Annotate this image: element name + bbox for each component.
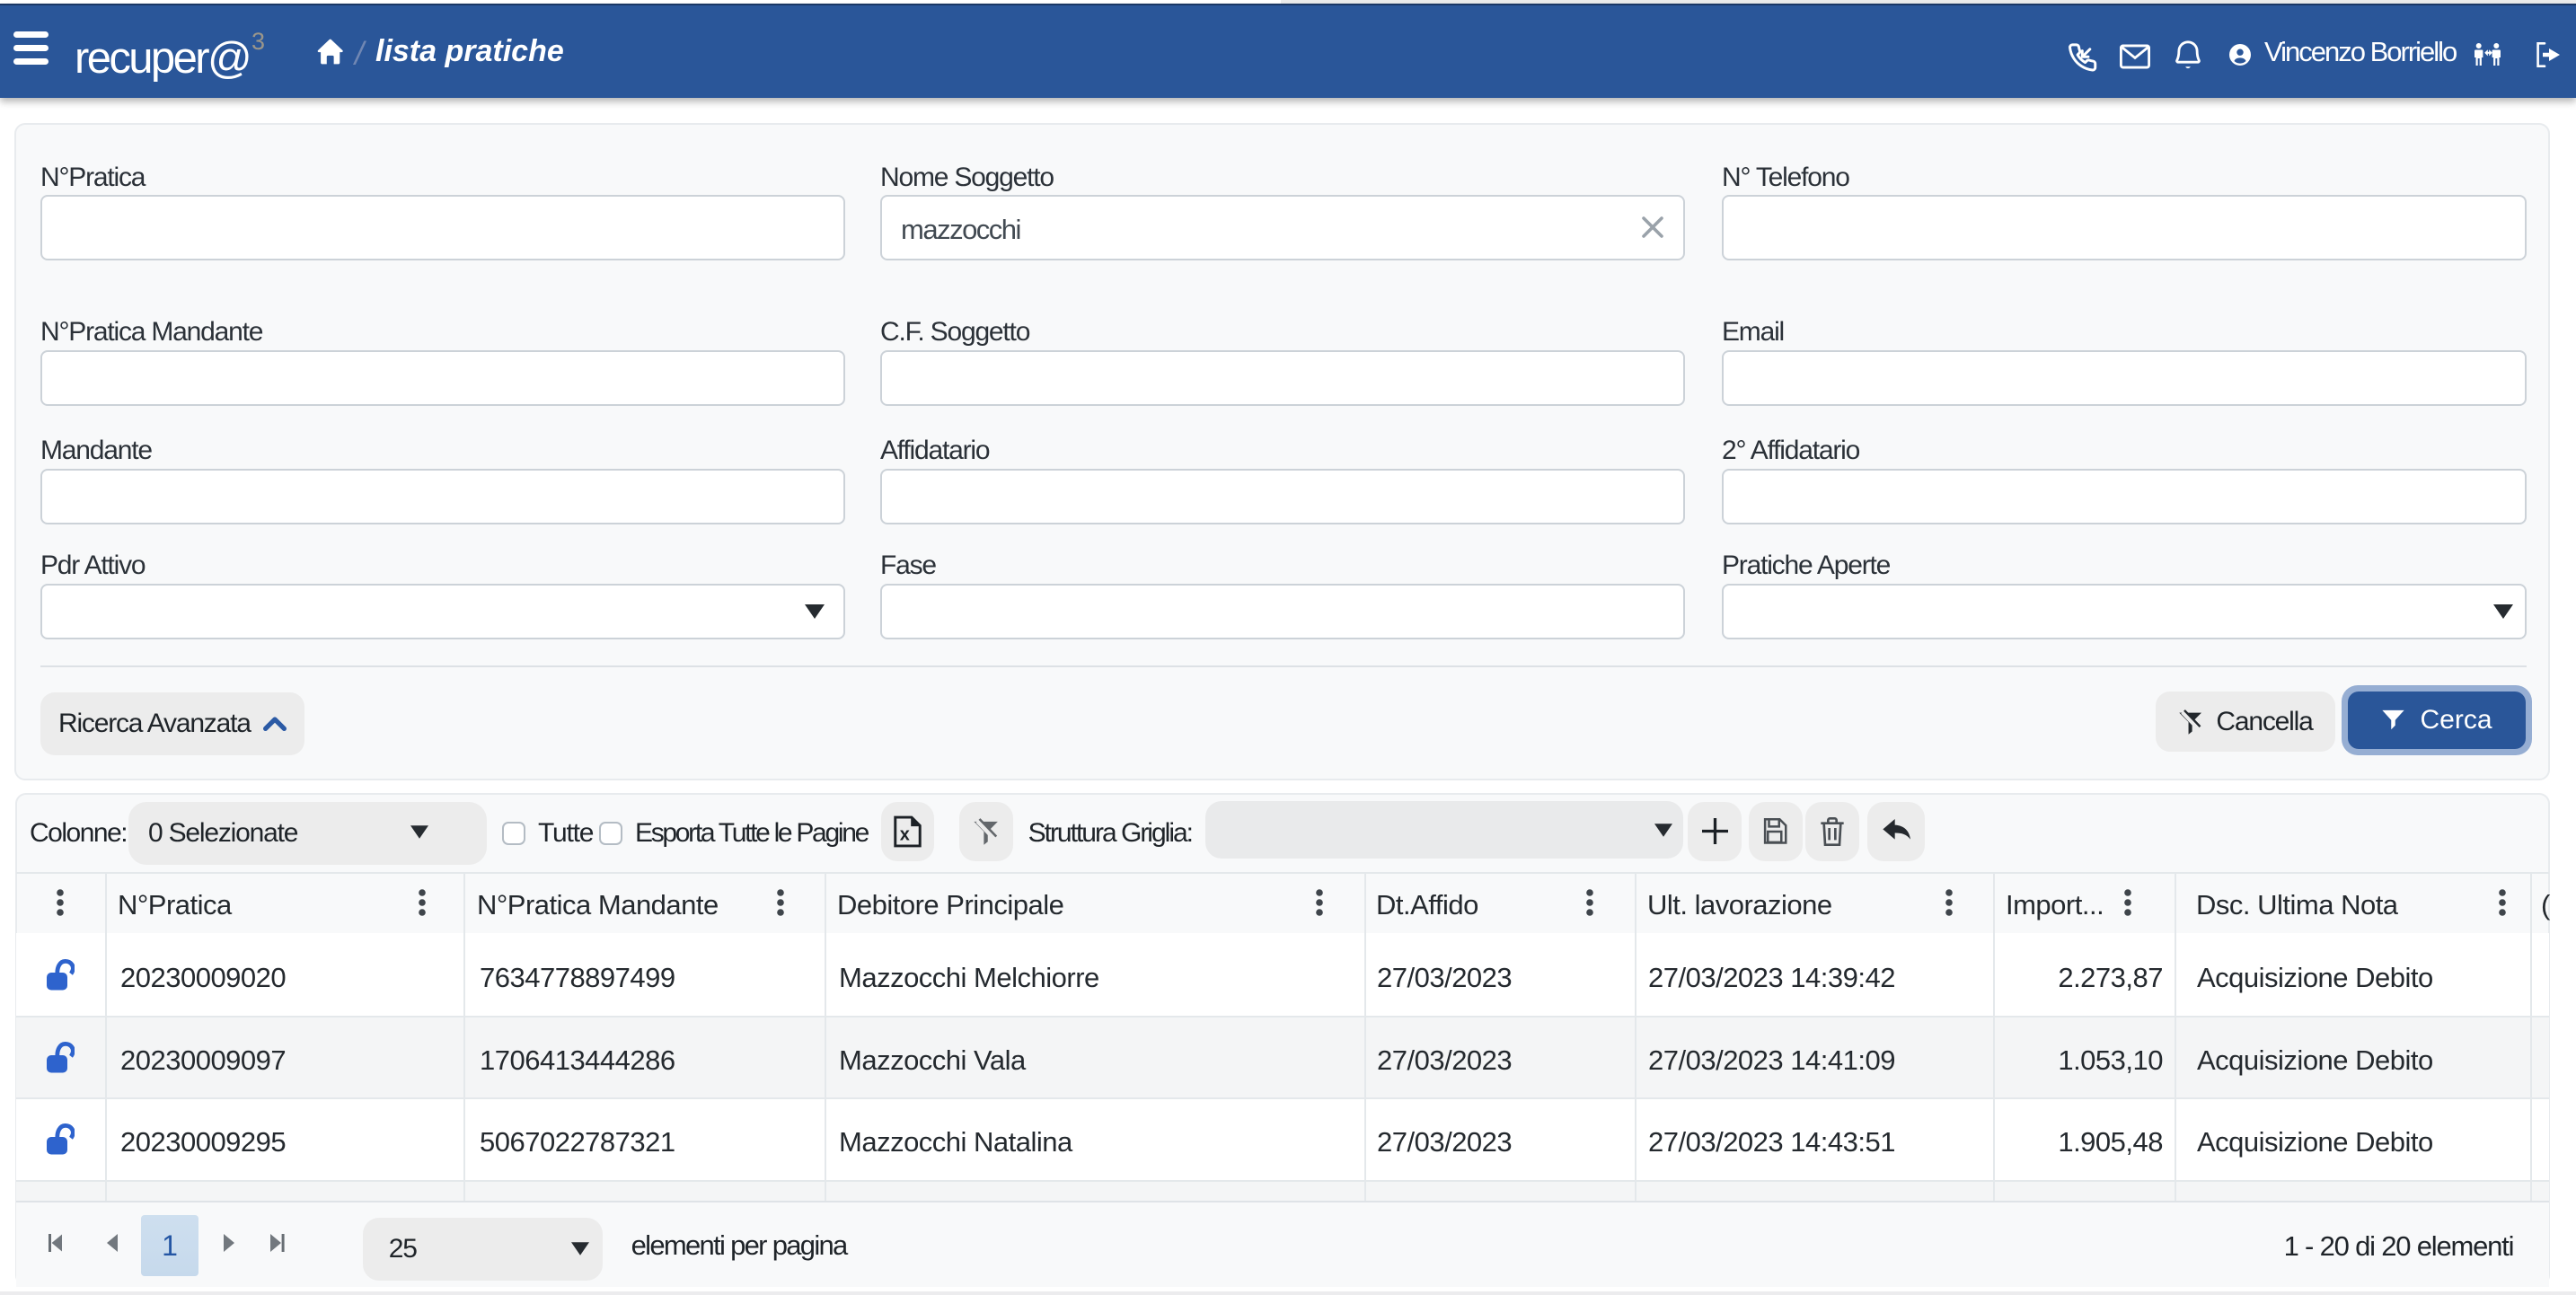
- svg-text:x: x: [900, 824, 910, 844]
